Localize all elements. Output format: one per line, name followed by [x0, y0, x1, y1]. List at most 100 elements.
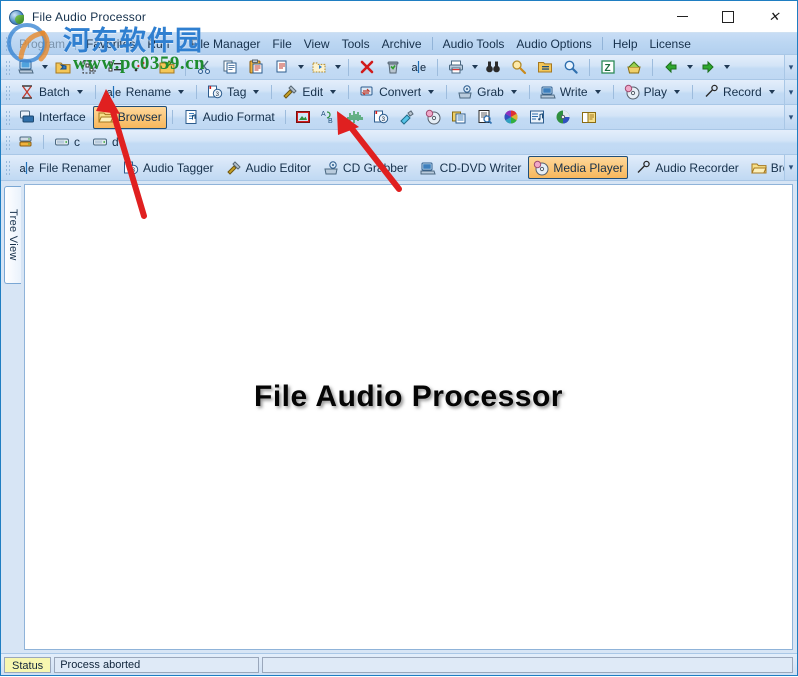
menu-item-audio-options[interactable]: Audio Options [510, 35, 597, 53]
chevron-down-icon[interactable] [298, 65, 304, 69]
record-button[interactable]: Record [698, 81, 782, 104]
tab-file-renamer[interactable]: a e File Renamer [14, 156, 116, 179]
playlist-icon[interactable] [525, 106, 549, 129]
toolbar-overflow-button[interactable]: ▾ [784, 55, 797, 79]
toolbar-grip-icon[interactable] [4, 83, 10, 101]
toolbar-grip-icon[interactable] [4, 58, 10, 76]
paste-clipboard-icon[interactable] [244, 56, 268, 79]
grab-button[interactable]: Grab [452, 81, 524, 104]
id3-info-icon[interactable]: 3 [369, 106, 393, 129]
toolbar-grip-icon[interactable] [4, 133, 10, 151]
rename-ale-icon[interactable]: a e [407, 56, 431, 79]
select-list-icon[interactable] [103, 56, 127, 79]
chevron-down-icon[interactable] [178, 90, 185, 94]
menu-item-file-manager[interactable]: File Manager [184, 35, 266, 53]
toolbar-grip-icon[interactable] [4, 108, 10, 126]
tab-audio-recorder[interactable]: Audio Recorder [630, 156, 743, 179]
paste-special-icon[interactable] [270, 56, 294, 79]
drives-icon[interactable] [14, 131, 38, 154]
menu-item-view[interactable]: View [298, 35, 336, 53]
chevron-down-icon[interactable] [253, 90, 260, 94]
tab-cd-grabber[interactable]: CD Grabber [318, 156, 413, 179]
delete-x-icon[interactable] [355, 56, 379, 79]
chevron-down-icon[interactable] [472, 65, 478, 69]
menu-item-help[interactable]: Help [607, 35, 644, 53]
tab-audio-editor[interactable]: Audio Editor [221, 156, 316, 179]
folder-enter-icon[interactable] [51, 56, 75, 79]
menu-item-file[interactable]: File [266, 35, 297, 53]
menu-item-favorites[interactable]: Favorites [80, 35, 141, 53]
write-button[interactable]: Write [535, 81, 608, 104]
copy-files-icon[interactable] [447, 106, 471, 129]
toolbar-overflow-button[interactable]: ▾ [784, 105, 797, 129]
cd-play-icon[interactable] [421, 106, 445, 129]
browser-button[interactable]: Browser [92, 105, 167, 129]
color-wheel-icon[interactable] [499, 106, 523, 129]
menu-item-tools[interactable]: Tools [336, 35, 376, 53]
play-button[interactable]: Play [619, 81, 687, 104]
chevron-down-icon[interactable] [42, 65, 48, 69]
find-binoculars-icon[interactable] [481, 56, 505, 79]
chevron-down-icon[interactable] [510, 90, 517, 94]
tag-button[interactable]: 3 Tag [202, 81, 266, 104]
chevron-down-icon[interactable] [673, 90, 680, 94]
menu-item-archive[interactable]: Archive [376, 35, 428, 53]
chevron-down-icon[interactable] [335, 65, 341, 69]
menu-item-program[interactable]: Program [13, 35, 71, 53]
chevron-down-icon[interactable] [76, 90, 83, 94]
batch-button[interactable]: Batch [14, 81, 90, 104]
unpack-icon[interactable] [622, 56, 646, 79]
audio-format-button[interactable]: Audio Format [178, 106, 280, 129]
edit-button[interactable]: Edit [277, 81, 343, 104]
inspect-doc-icon[interactable] [473, 106, 497, 129]
disc-burn-icon[interactable] [551, 106, 575, 129]
back-arrow-icon[interactable] [659, 56, 683, 79]
minimize-button[interactable] [659, 1, 705, 32]
drive-d-button[interactable]: d [87, 131, 124, 154]
tab-media-player[interactable]: Media Player [528, 156, 629, 179]
rename-button[interactable]: a e Rename [101, 81, 191, 104]
toolbar-overflow-button[interactable]: ▾ [784, 80, 797, 104]
move-folder-icon[interactable] [307, 56, 331, 79]
chevron-down-icon[interactable] [724, 65, 730, 69]
drive-c-button[interactable]: c [49, 131, 85, 154]
zip-icon[interactable]: Z [596, 56, 620, 79]
chevron-down-icon[interactable] [330, 90, 337, 94]
menu-item-license[interactable]: License [644, 35, 697, 53]
forward-arrow-icon[interactable] [696, 56, 720, 79]
tree-view-tab[interactable]: Tree View [4, 186, 21, 284]
magnifier-icon[interactable] [559, 56, 583, 79]
recycle-bin-icon[interactable] [381, 56, 405, 79]
select-invert-icon[interactable] [129, 56, 153, 79]
toolbar-overflow-button[interactable]: ▾ [784, 155, 797, 180]
content-canvas[interactable]: File Audio Processor [24, 184, 793, 650]
clean-audio-icon[interactable] [395, 106, 419, 129]
toolbar-grip-icon[interactable] [4, 159, 10, 176]
new-folder-icon[interactable] [155, 56, 179, 79]
chevron-down-icon[interactable] [594, 90, 601, 94]
print-icon[interactable] [444, 56, 468, 79]
close-button[interactable]: ✕ [751, 1, 797, 32]
book-icon[interactable] [577, 106, 601, 129]
computer-open-icon[interactable] [14, 56, 38, 79]
copy-icon[interactable] [218, 56, 242, 79]
select-all-icon[interactable] [77, 56, 101, 79]
menu-item-run[interactable]: Run [141, 35, 175, 53]
properties-folder-icon[interactable] [533, 56, 557, 79]
cut-scissors-icon[interactable] [192, 56, 216, 79]
chevron-down-icon[interactable] [768, 90, 775, 94]
zoom-search-icon[interactable] [507, 56, 531, 79]
tab-audio-tagger[interactable]: 3 Audio Tagger [118, 156, 219, 179]
menu-grip-icon[interactable] [4, 35, 10, 52]
chevron-down-icon[interactable] [687, 65, 693, 69]
convert-ab-icon[interactable]: A B [317, 106, 341, 129]
write-label: Write [559, 85, 588, 99]
waveform-icon[interactable] [343, 106, 367, 129]
menu-item-audio-tools[interactable]: Audio Tools [437, 35, 511, 53]
chevron-down-icon[interactable] [428, 90, 435, 94]
interface-button[interactable]: Interface [14, 106, 91, 129]
image-preview-icon[interactable] [291, 106, 315, 129]
maximize-button[interactable] [705, 1, 751, 32]
tab-cd-dvd-writer[interactable]: CD-DVD Writer [415, 156, 527, 179]
convert-button[interactable]: Convert [354, 81, 441, 104]
